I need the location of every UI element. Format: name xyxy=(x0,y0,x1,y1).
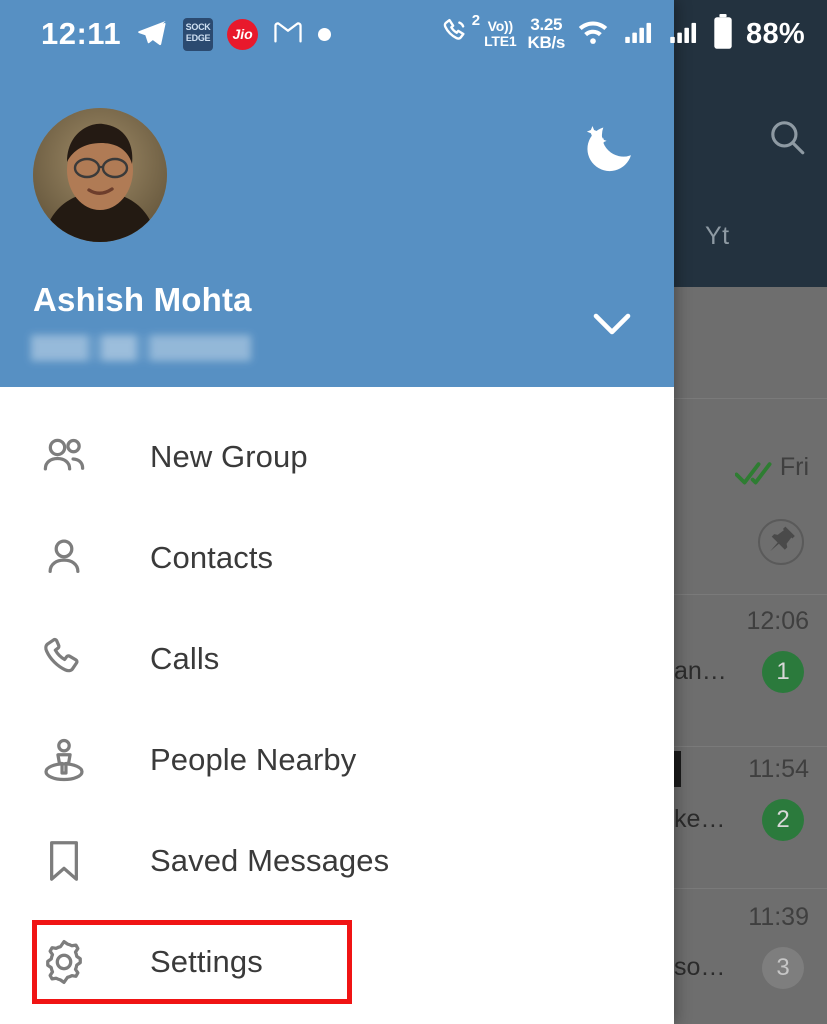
tab-yt[interactable]: Yt xyxy=(705,222,795,256)
chat-snippet: ke… xyxy=(674,805,726,833)
chat-list-item[interactable]: 11:39 so… 3 xyxy=(674,888,827,1024)
battery-icon xyxy=(711,13,735,55)
menu-item-label: Contacts xyxy=(150,539,274,575)
call-sim-number: 2 xyxy=(471,11,481,29)
wifi-icon xyxy=(576,15,610,54)
chat-snippet: so… xyxy=(674,953,726,981)
menu-item-calls[interactable]: Calls xyxy=(0,608,674,709)
menu-item-label: Settings xyxy=(150,943,263,979)
chat-timestamp: Fri xyxy=(779,453,809,481)
person-icon xyxy=(36,530,92,586)
menu-item-settings[interactable]: Settings xyxy=(0,911,674,1012)
profile-phone-redacted xyxy=(31,335,251,361)
sock-edge-icon: SOCK EDGE xyxy=(183,17,214,51)
menu-item-new-group[interactable]: New Group xyxy=(0,406,674,507)
jio-icon: Jio xyxy=(227,18,259,50)
moon-icon[interactable] xyxy=(578,118,640,180)
status-bar: 12:11 SOCK EDGE Jio 2 Vo)) LTE1 3.25 KB/… xyxy=(0,0,827,68)
people-nearby-icon xyxy=(36,732,92,788)
menu-item-saved-messages[interactable]: Saved Messages xyxy=(0,810,674,911)
chat-timestamp: 11:39 xyxy=(748,903,809,931)
menu-item-label: New Group xyxy=(150,438,308,474)
chat-timestamp: 11:54 xyxy=(748,755,809,783)
battery-percent: 88% xyxy=(746,17,805,50)
gear-icon xyxy=(36,934,92,990)
signal-2-icon xyxy=(666,15,700,54)
chevron-down-icon[interactable] xyxy=(582,298,642,346)
unread-badge: 3 xyxy=(762,947,804,989)
double-check-icon xyxy=(735,462,772,485)
profile-name: Ashish Mohta xyxy=(33,281,252,318)
pinned-badge xyxy=(758,519,804,565)
menu-item-label: Calls xyxy=(150,640,220,676)
unread-marker xyxy=(674,751,681,787)
gmail-icon xyxy=(272,16,304,53)
search-icon[interactable] xyxy=(766,116,808,158)
chat-snippet: an… xyxy=(674,657,727,685)
menu-item-label: People Nearby xyxy=(150,741,357,777)
status-clock: 12:11 xyxy=(41,16,122,51)
data-speed-icon: 3.25 KB/s xyxy=(527,15,566,52)
avatar-image xyxy=(33,108,167,242)
menu-item-people-nearby[interactable]: People Nearby xyxy=(0,709,674,810)
dot-icon xyxy=(318,27,332,41)
avatar[interactable] xyxy=(33,108,167,242)
telegram-icon xyxy=(135,15,169,54)
unread-badge: 2 xyxy=(762,799,804,841)
menu-item-contacts[interactable]: Contacts xyxy=(0,507,674,608)
chat-list-item[interactable]: 12:06 an… 1 xyxy=(674,594,827,746)
volte-icon: Vo)) LTE1 xyxy=(484,18,517,49)
pin-icon xyxy=(770,526,795,552)
signal-1-icon xyxy=(621,15,655,54)
unread-badge: 1 xyxy=(762,651,804,693)
bookmark-icon xyxy=(36,833,92,889)
chat-list-item[interactable]: Fri xyxy=(674,398,827,594)
navigation-drawer: Ashish Mohta New Group Contacts Calls Pe… xyxy=(0,0,674,1024)
call-icon: 2 xyxy=(439,12,480,54)
group-icon xyxy=(36,429,92,485)
phone-icon xyxy=(36,631,92,687)
chat-list-item[interactable]: 11:54 ke… 2 xyxy=(674,746,827,888)
menu-item-label: Saved Messages xyxy=(150,842,390,878)
chat-timestamp: 12:06 xyxy=(746,607,809,635)
